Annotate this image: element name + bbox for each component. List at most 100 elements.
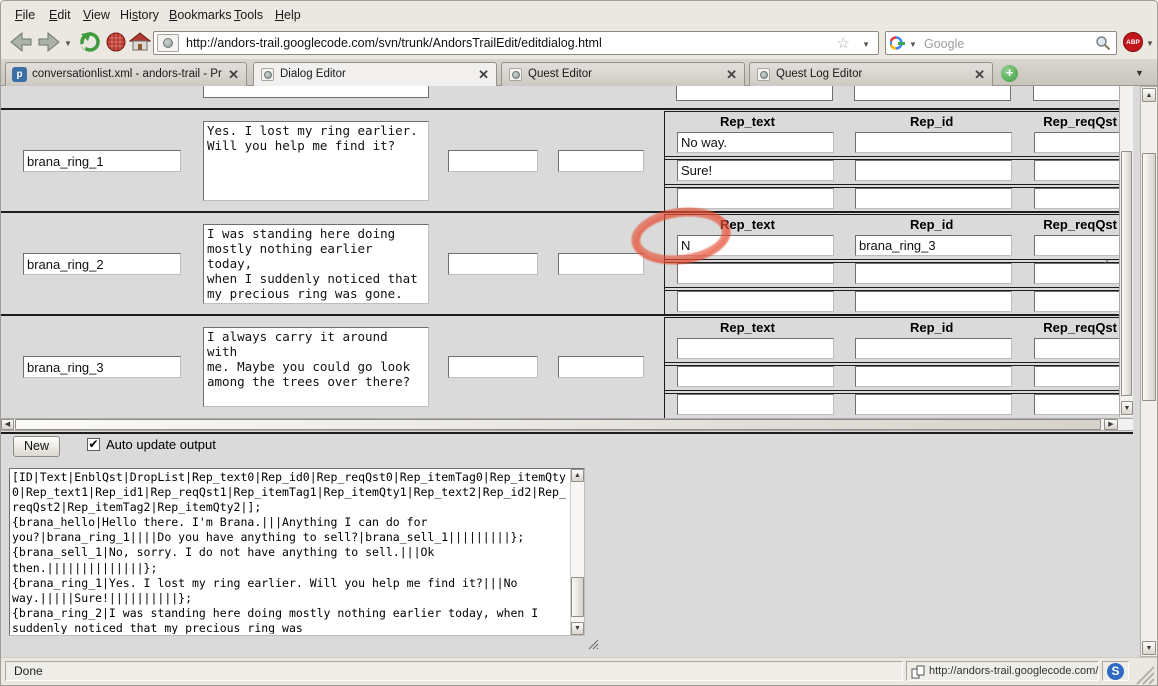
scrollbar-thumb[interactable] xyxy=(15,419,1101,430)
scrollbar-thumb[interactable] xyxy=(1142,153,1156,401)
output-textarea[interactable]: [ID|Text|EnblQst|DropList|Rep_text0|Rep_… xyxy=(9,468,585,636)
rep-text-input[interactable] xyxy=(677,366,834,387)
menu-view[interactable]: View xyxy=(77,6,116,24)
rep-reqqst-input[interactable] xyxy=(1034,291,1119,312)
url-dropdown-icon[interactable]: ▼ xyxy=(862,40,870,49)
droplist-input[interactable] xyxy=(558,253,644,275)
skype-extension[interactable]: S xyxy=(1102,661,1129,681)
rep-id-input[interactable] xyxy=(855,394,1012,415)
menu-help[interactable]: Help xyxy=(269,6,307,24)
dialog-list-hscrollbar[interactable]: ◀ ▶ xyxy=(1,418,1133,431)
search-box[interactable]: ▼ Google xyxy=(885,31,1117,55)
scroll-up-icon[interactable]: ▲ xyxy=(571,469,584,482)
rep-id-input-partial[interactable] xyxy=(854,86,1011,101)
rep-id-input[interactable] xyxy=(855,188,1012,209)
dialog-text-area[interactable]: I was standing here doing mostly nothing… xyxy=(203,224,429,304)
scrollbar-thumb[interactable] xyxy=(1121,151,1132,396)
rep-text-input[interactable] xyxy=(677,338,834,359)
tab-quest-editor[interactable]: Quest Editor ✕ xyxy=(501,62,745,86)
dialog-text-area[interactable]: Yes. I lost my ring earlier. Will you he… xyxy=(203,121,429,201)
scroll-down-icon[interactable]: ▼ xyxy=(1121,401,1133,415)
adblock-icon[interactable]: ABP xyxy=(1123,32,1143,52)
rep-id-input[interactable] xyxy=(855,160,1012,181)
rep-reqqst-input[interactable] xyxy=(1034,235,1119,256)
tab-list-dropdown-icon[interactable]: ▼ xyxy=(1135,68,1144,78)
rep-text-input[interactable] xyxy=(677,188,834,209)
adblock-dropdown-icon[interactable]: ▼ xyxy=(1146,39,1154,48)
dialog-text-area[interactable]: I always carry it around with me. Maybe … xyxy=(203,327,429,407)
new-button[interactable]: New xyxy=(13,436,60,457)
output-vscrollbar[interactable]: ▲ ▼ xyxy=(570,469,584,635)
new-tab-icon[interactable]: + xyxy=(1001,65,1018,82)
scroll-down-icon[interactable]: ▼ xyxy=(1142,641,1156,655)
rep-id-input[interactable] xyxy=(855,132,1012,153)
rep-id-input[interactable] xyxy=(855,366,1012,387)
rep-text-input[interactable] xyxy=(677,263,834,284)
scroll-down-icon[interactable]: ▼ xyxy=(571,622,584,635)
url-bar[interactable]: http://andors-trail.googlecode.com/svn/t… xyxy=(153,31,879,55)
rep-reqqst-input[interactable] xyxy=(1034,160,1119,181)
enblqst-input[interactable] xyxy=(448,150,538,172)
scroll-left-icon[interactable]: ◀ xyxy=(1,419,14,430)
dialog-text-area-partial[interactable] xyxy=(203,86,429,98)
rep-reqqst-input[interactable] xyxy=(1034,188,1119,209)
page-favicon[interactable] xyxy=(157,34,179,52)
droplist-input[interactable] xyxy=(558,356,644,378)
rep-text-input[interactable] xyxy=(677,291,834,312)
window-resize-grip-icon[interactable] xyxy=(1133,663,1155,685)
bookmark-star-icon[interactable]: ☆ xyxy=(837,34,850,52)
rep-text-input[interactable] xyxy=(677,160,834,181)
reload-icon[interactable] xyxy=(79,31,101,53)
page-vscrollbar[interactable]: ▲ ▼ xyxy=(1140,86,1158,657)
search-input[interactable]: Google xyxy=(924,37,964,51)
menu-history[interactable]: History xyxy=(114,6,165,24)
rep-reqqst-input-partial[interactable] xyxy=(1033,86,1119,101)
rep-reqqst-input[interactable] xyxy=(1034,338,1119,359)
tab-quest-log-editor[interactable]: Quest Log Editor ✕ xyxy=(749,62,993,86)
rep-id-input[interactable] xyxy=(855,235,1012,256)
menu-file[interactable]: File xyxy=(9,6,41,24)
dialog-id-input[interactable] xyxy=(23,150,181,172)
tab-conversationlist[interactable]: p conversationlist.xml - andors-trail - … xyxy=(5,62,247,86)
rep-reqqst-input[interactable] xyxy=(1034,394,1119,415)
tab-close-icon[interactable]: ✕ xyxy=(974,67,985,83)
dialog-id-input[interactable] xyxy=(23,253,181,275)
dialog-id-input[interactable] xyxy=(23,356,181,378)
tab-dialog-editor[interactable]: Dialog Editor ✕ xyxy=(253,62,497,86)
search-icon[interactable] xyxy=(1095,35,1111,51)
menu-tools[interactable]: Tools xyxy=(228,6,269,24)
enblqst-input[interactable] xyxy=(448,356,538,378)
rep-id-input[interactable] xyxy=(855,263,1012,284)
rep-reqqst-input[interactable] xyxy=(1034,263,1119,284)
stop-icon[interactable] xyxy=(105,31,127,53)
rep-id-input[interactable] xyxy=(855,338,1012,359)
scroll-up-icon[interactable]: ▲ xyxy=(1142,88,1156,102)
tab-close-icon[interactable]: ✕ xyxy=(478,67,489,83)
menu-edit[interactable]: Edit xyxy=(43,6,77,24)
rep-text-input[interactable] xyxy=(677,132,834,153)
url-text[interactable]: http://andors-trail.googlecode.com/svn/t… xyxy=(186,36,602,50)
droplist-input[interactable] xyxy=(558,150,644,172)
search-engine-dropdown-icon[interactable]: ▼ xyxy=(909,40,917,49)
scroll-right-icon[interactable]: ▶ xyxy=(1104,419,1118,430)
menu-bookmarks[interactable]: Bookmarks xyxy=(163,6,238,24)
history-dropdown-icon[interactable]: ▼ xyxy=(64,39,72,48)
forward-icon[interactable] xyxy=(37,31,61,53)
rep-reqqst-input[interactable] xyxy=(1034,366,1119,387)
rep-text-input[interactable] xyxy=(677,235,834,256)
scrollbar-thumb[interactable] xyxy=(571,577,584,617)
google-logo-icon[interactable] xyxy=(890,35,906,51)
back-icon[interactable] xyxy=(9,31,33,53)
tab-close-icon[interactable]: ✕ xyxy=(726,67,737,83)
tab-close-icon[interactable]: ✕ xyxy=(228,67,239,83)
tab-title: conversationlist.xml - andors-trail - Pr… xyxy=(32,68,222,80)
textarea-resize-grip-icon[interactable] xyxy=(587,638,599,650)
auto-update-checkbox[interactable]: ✔ xyxy=(87,438,100,451)
enblqst-input[interactable] xyxy=(448,253,538,275)
home-icon[interactable] xyxy=(129,31,151,53)
rep-id-input[interactable] xyxy=(855,291,1012,312)
rep-reqqst-input[interactable] xyxy=(1034,132,1119,153)
rep-text-input-partial[interactable] xyxy=(676,86,833,101)
dialog-list-vscrollbar[interactable]: ▼ xyxy=(1119,86,1133,417)
rep-text-input[interactable] xyxy=(677,394,834,415)
